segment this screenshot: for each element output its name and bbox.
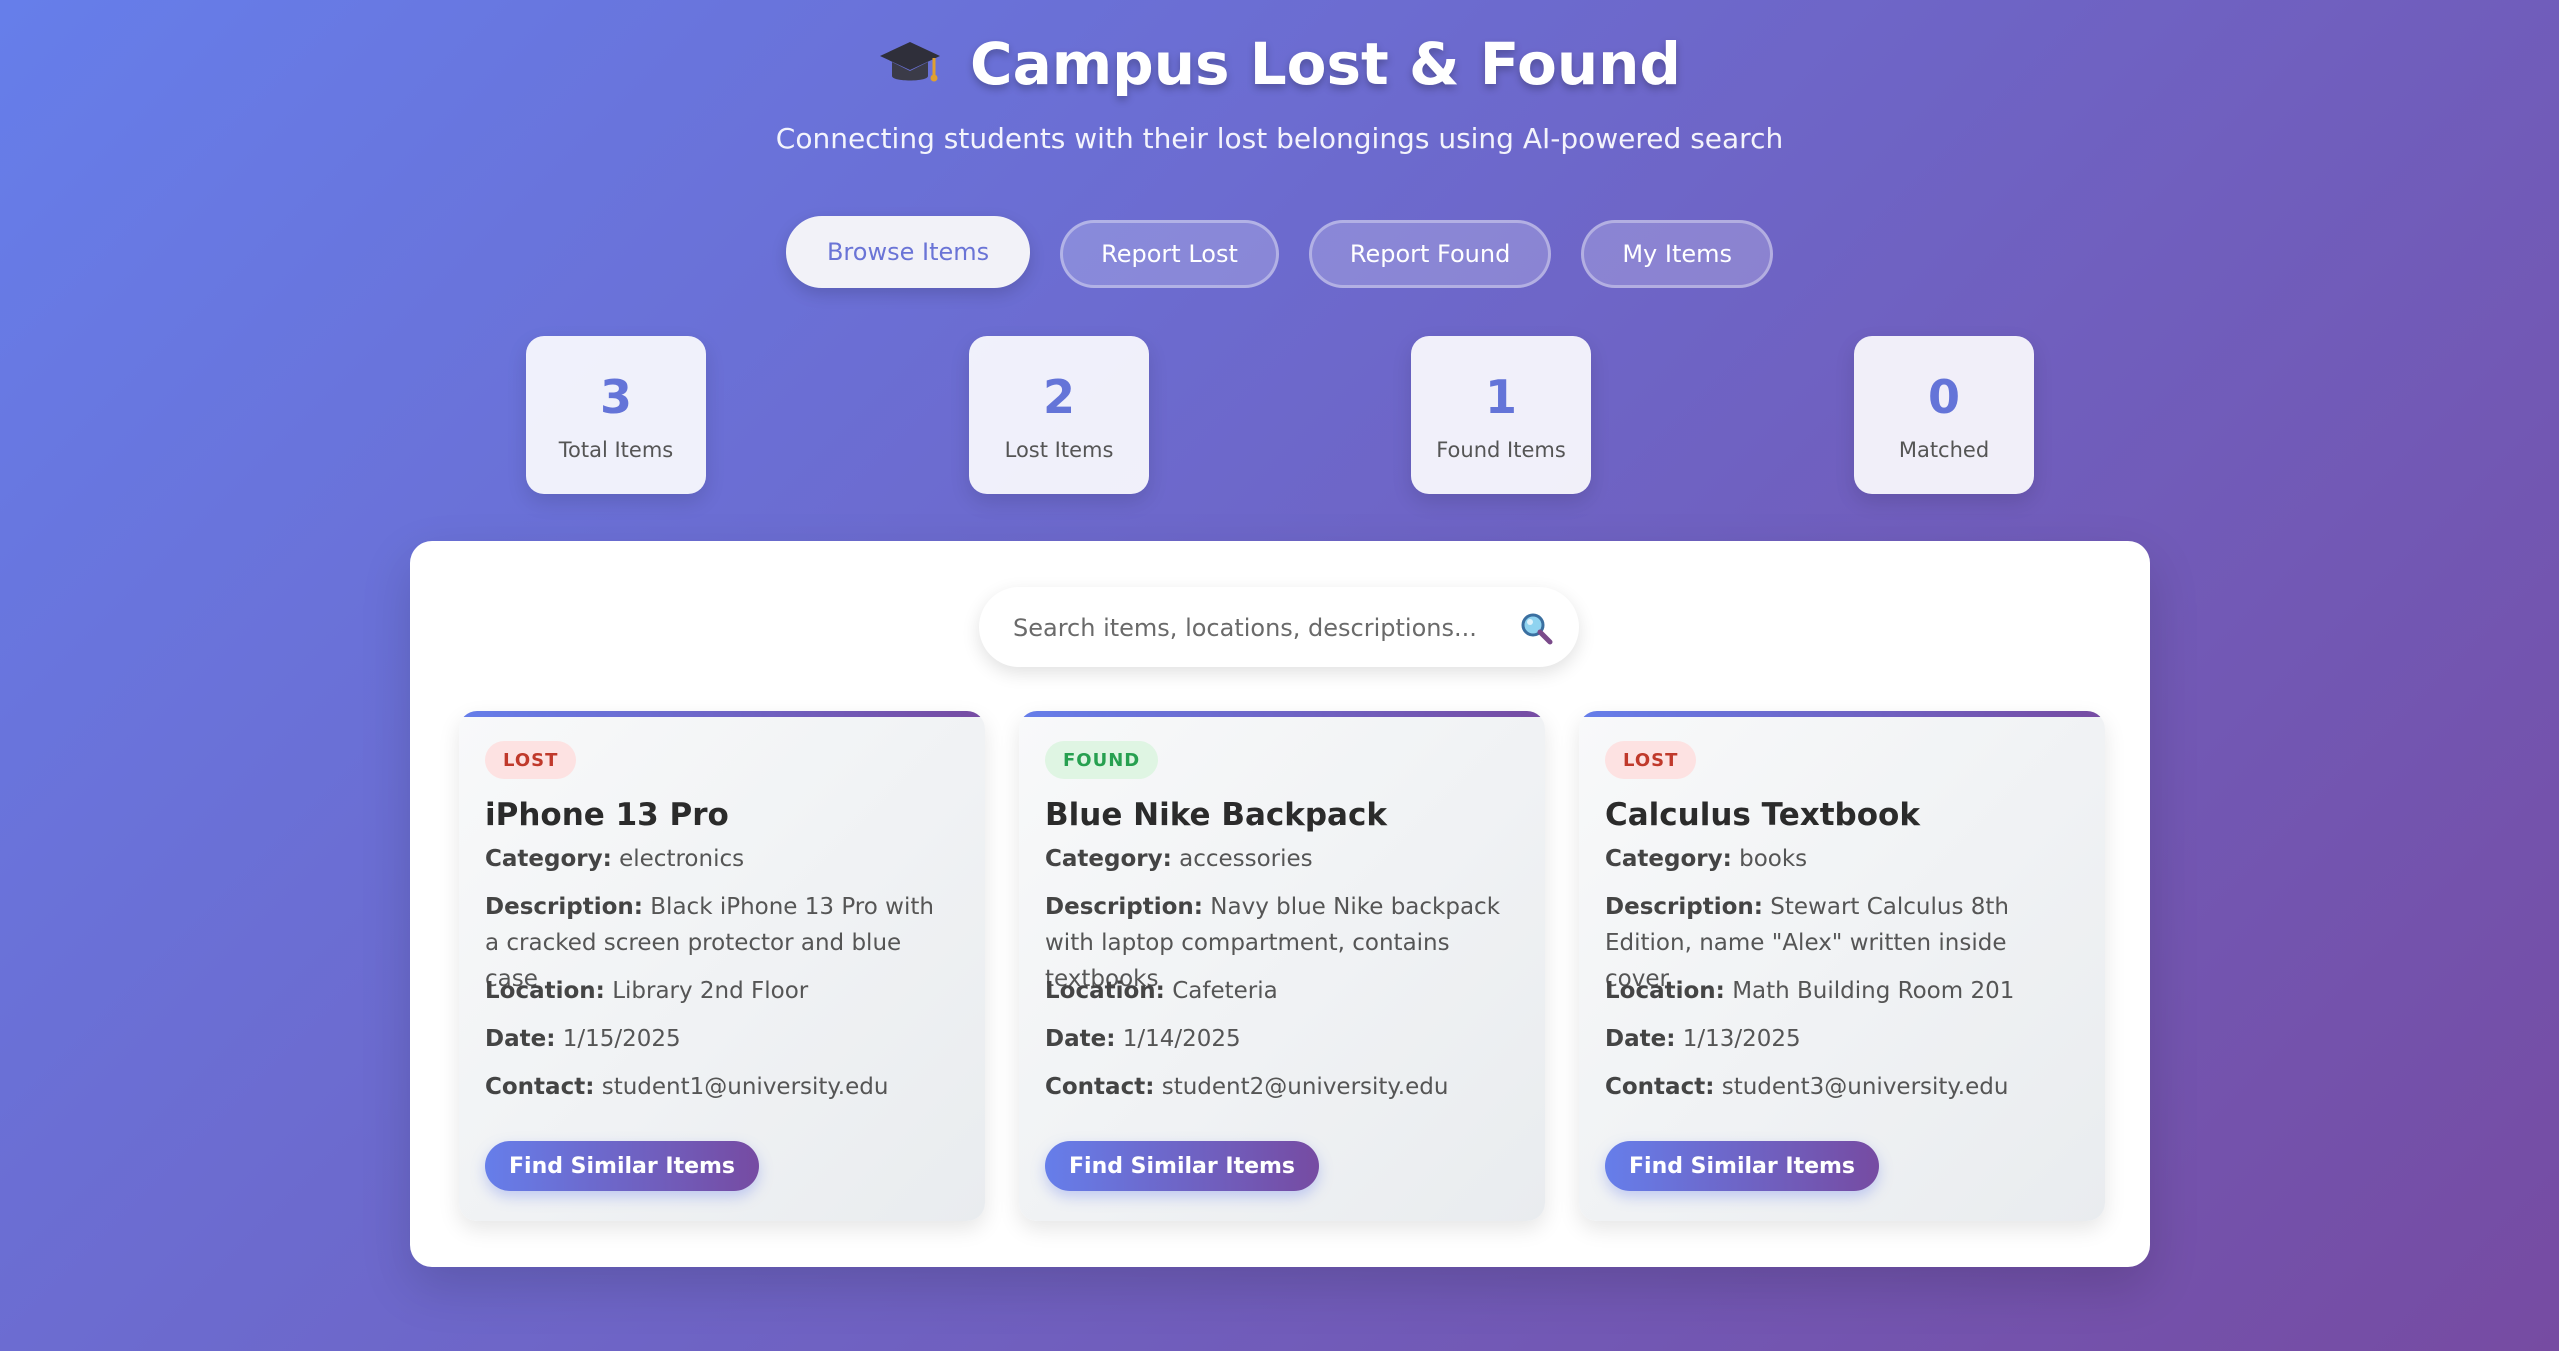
item-card: LOST iPhone 13 Pro Category: electronics… [459,711,985,1221]
contact-value: student1@university.edu [601,1074,889,1100]
contact-value: student2@university.edu [1161,1074,1449,1100]
date-label: Date: [1605,1026,1676,1052]
description-label: Description: [1605,894,1763,920]
card-accent-bar [1579,711,2105,717]
date-label: Date: [485,1026,556,1052]
item-card: FOUND Blue Nike Backpack Category: acces… [1019,711,1545,1221]
category-label: Category: [485,846,612,872]
stat-label: Total Items [558,438,674,462]
stat-matched: 0 Matched [1854,336,2034,494]
contact-value: student3@university.edu [1721,1074,2009,1100]
location-label: Location: [485,978,605,1004]
find-similar-button[interactable]: Find Similar Items [1605,1141,1880,1191]
description-label: Description: [1045,894,1203,920]
page-title: Campus Lost & Found [970,30,1681,98]
item-category: Category: accessories [1045,841,1515,877]
card-accent-bar [1019,711,1545,717]
stat-total-items: 3 Total Items [526,336,706,494]
main-nav: Browse Items Report Lost Report Found My… [0,216,2559,288]
category-value: accessories [1179,846,1313,872]
date-label: Date: [1045,1026,1116,1052]
stat-label: Found Items [1436,438,1566,462]
stat-value: 3 [599,370,632,424]
title-row: Campus Lost & Found [0,30,2559,98]
stat-found-items: 1 Found Items [1411,336,1591,494]
stat-label: Matched [1898,438,1990,462]
category-value: books [1739,846,1808,872]
item-location: Location: Library 2nd Floor [485,973,955,1009]
find-similar-button[interactable]: Find Similar Items [485,1141,760,1191]
item-date: Date: 1/15/2025 [485,1021,955,1057]
find-similar-button[interactable]: Find Similar Items [1045,1141,1320,1191]
date-value: 1/15/2025 [562,1026,681,1052]
status-badge: LOST [485,741,577,779]
location-label: Location: [1045,978,1165,1004]
date-value: 1/14/2025 [1122,1026,1241,1052]
location-value: Library 2nd Floor [612,978,809,1004]
item-contact: Contact: student3@university.edu [1605,1069,2075,1105]
date-value: 1/13/2025 [1682,1026,1801,1052]
item-contact: Contact: student1@university.edu [485,1069,955,1105]
status-badge: FOUND [1045,741,1159,779]
item-contact: Contact: student2@university.edu [1045,1069,1515,1105]
search-input[interactable] [1011,587,1495,669]
stat-value: 0 [1927,370,1960,424]
search-box [979,587,1579,669]
description-label: Description: [485,894,643,920]
items-panel: LOST iPhone 13 Pro Category: electronics… [410,541,2150,1267]
item-title: Blue Nike Backpack [1045,797,1387,833]
contact-label: Contact: [1045,1074,1155,1100]
item-date: Date: 1/14/2025 [1045,1021,1515,1057]
location-value: Math Building Room 201 [1732,978,2015,1004]
item-title: iPhone 13 Pro [485,797,729,833]
location-label: Location: [1605,978,1725,1004]
item-date: Date: 1/13/2025 [1605,1021,2075,1057]
item-category: Category: books [1605,841,2075,877]
stat-lost-items: 2 Lost Items [969,336,1149,494]
report-found-button[interactable]: Report Found [1308,220,1552,288]
category-label: Category: [1605,846,1732,872]
my-items-button[interactable]: My Items [1581,220,1774,288]
browse-items-button[interactable]: Browse Items [785,216,1031,288]
stat-value: 2 [1042,370,1075,424]
graduation-cap-icon [878,32,942,96]
contact-label: Contact: [485,1074,595,1100]
contact-label: Contact: [1605,1074,1715,1100]
item-title: Calculus Textbook [1605,797,1920,833]
search-icon[interactable] [1519,611,1553,645]
category-value: electronics [619,846,745,872]
page-subtitle: Connecting students with their lost belo… [775,122,1784,155]
report-lost-button[interactable]: Report Lost [1060,220,1279,288]
location-value: Cafeteria [1172,978,1278,1004]
item-location: Location: Cafeteria [1045,973,1515,1009]
status-badge: LOST [1605,741,1697,779]
stat-label: Lost Items [1004,438,1114,462]
item-card: LOST Calculus Textbook Category: books D… [1579,711,2105,1221]
category-label: Category: [1045,846,1172,872]
item-category: Category: electronics [485,841,955,877]
item-location: Location: Math Building Room 201 [1605,973,2075,1009]
card-accent-bar [459,711,985,717]
stat-value: 1 [1484,370,1517,424]
